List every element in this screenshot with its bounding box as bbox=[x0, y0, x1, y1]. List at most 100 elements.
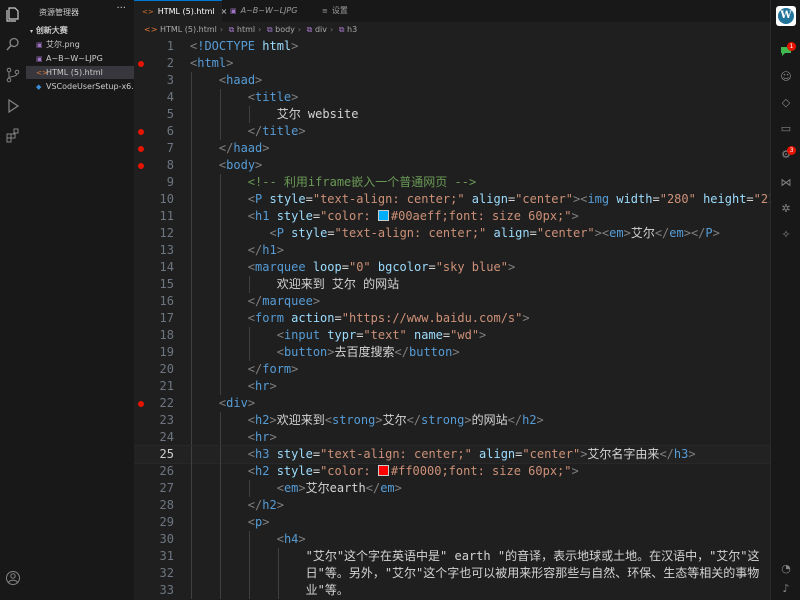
code-line[interactable]: 27 <em>艾尔earth</em> bbox=[134, 480, 770, 497]
line-number: 11 bbox=[159, 209, 174, 223]
code-line[interactable]: 4 <title> bbox=[134, 89, 770, 106]
line-number: 6 bbox=[166, 124, 174, 138]
file-item[interactable]: ▣ 艾尔.png bbox=[26, 38, 134, 51]
line-number: 9 bbox=[166, 175, 174, 189]
sparkle-icon[interactable]: ✧ bbox=[779, 228, 793, 242]
wordpress-logo-icon[interactable] bbox=[776, 6, 796, 26]
code-line[interactable]: 6 </title> bbox=[134, 123, 770, 140]
line-number: 17 bbox=[159, 311, 174, 325]
code-line[interactable]: 31 "艾尔"这个字在英语中是" earth "的音译，表示地球或土地。在汉语中… bbox=[134, 548, 770, 565]
line-number: 30 bbox=[159, 532, 174, 546]
code-line[interactable]: 10 <P style="text-align: center;" align=… bbox=[134, 191, 770, 208]
activity-bar bbox=[0, 0, 27, 600]
notification-badge: 1 bbox=[787, 42, 796, 51]
code-line[interactable]: 30 <h4> bbox=[134, 531, 770, 548]
line-number: 4 bbox=[166, 90, 174, 104]
code-line[interactable]: 21 <hr> bbox=[134, 378, 770, 395]
tab-html-file[interactable]: <> HTML (5).html × bbox=[134, 0, 227, 22]
extensions-icon[interactable] bbox=[3, 128, 23, 148]
breadcrumb-item[interactable]: html bbox=[237, 25, 255, 34]
file-item-active[interactable]: <>HTML (5).html bbox=[26, 66, 134, 79]
file-name: 艾尔.png bbox=[46, 40, 80, 49]
code-line[interactable]: 20 </form> bbox=[134, 361, 770, 378]
code-text: </marquee> bbox=[247, 294, 321, 308]
code-line[interactable]: 12 <P style="text-align: center;" align=… bbox=[134, 225, 770, 242]
code-text: <P style="text-align: center;" align="ce… bbox=[269, 226, 720, 240]
line-number: 26 bbox=[159, 464, 174, 478]
code-line[interactable]: 32 日"等。另外，"艾尔"这个字也可以被用来形容那些与自然、环保、生态等相关的… bbox=[134, 565, 770, 582]
color-swatch[interactable] bbox=[377, 465, 389, 476]
code-line[interactable]: 22 <div> bbox=[134, 395, 770, 412]
code-line[interactable]: 24 <hr> bbox=[134, 429, 770, 446]
breadcrumb-item[interactable]: div bbox=[315, 25, 327, 34]
code-line[interactable]: 11 <h1 style="color: #00aeff;font: size … bbox=[134, 208, 770, 225]
workspace-folder-header[interactable]: ▾ 创新大赛 bbox=[26, 25, 134, 37]
account-icon[interactable] bbox=[3, 570, 23, 590]
search-icon[interactable] bbox=[3, 36, 23, 56]
code-line[interactable]: 26 <h2 style="color: #ff0000;font: size … bbox=[134, 463, 770, 480]
code-line[interactable]: 19 <button>去百度搜索</button> bbox=[134, 344, 770, 361]
speed-icon[interactable]: ◔ bbox=[779, 562, 793, 576]
code-text: <button>去百度搜索</button> bbox=[276, 345, 460, 359]
installer-icon: ◆ bbox=[36, 83, 42, 91]
line-number: 3 bbox=[166, 73, 174, 87]
user-icon[interactable]: ☺ bbox=[779, 70, 793, 84]
code-line[interactable]: 23 <h2>欢迎来到<strong>艾尔</strong>的网站</h2> bbox=[134, 412, 770, 429]
line-number: 33 bbox=[159, 583, 174, 597]
code-text: <body> bbox=[218, 158, 263, 172]
run-debug-icon[interactable] bbox=[3, 98, 23, 118]
breadcrumb-item[interactable]: h3 bbox=[347, 25, 357, 34]
explorer-files-icon[interactable] bbox=[3, 6, 23, 26]
code-line[interactable]: 5 艾尔 website bbox=[134, 106, 770, 123]
file-name: VSCodeUserSetup-x6... bbox=[46, 82, 134, 91]
code-line[interactable]: 15 欢迎来到 艾尔 的网站 bbox=[134, 276, 770, 293]
settings-cog-icon[interactable]: ✲ bbox=[779, 202, 793, 216]
code-line[interactable]: 9 <!-- 利用iframe嵌入一个普通网页 --> bbox=[134, 174, 770, 191]
tab-settings[interactable]: ≡ 设置 bbox=[314, 0, 374, 22]
code-line[interactable]: 1 <!DOCTYPE html> bbox=[134, 38, 770, 55]
code-line[interactable]: 3 <haad> bbox=[134, 72, 770, 89]
code-line[interactable]: 18 <input typr="text" name="wd"> bbox=[134, 327, 770, 344]
butterfly-icon[interactable]: ⋈ bbox=[779, 176, 793, 190]
code-text: <form action="https://www.baidu.com/s"> bbox=[247, 311, 530, 325]
code-line[interactable]: 29 <p> bbox=[134, 514, 770, 531]
line-number: 24 bbox=[159, 430, 174, 444]
code-line[interactable]: 25 <h3 style="text-align: center;" align… bbox=[134, 445, 770, 464]
image-icon: ▣ bbox=[36, 55, 43, 63]
code-line[interactable]: 33 业"等。 bbox=[134, 582, 770, 599]
tab-image-file[interactable]: ▣ A~B~W~LJPG bbox=[222, 0, 314, 22]
folder-icon[interactable]: ▭ bbox=[779, 122, 793, 136]
code-line[interactable]: 13 </h1> bbox=[134, 242, 770, 259]
code-line[interactable]: 17 <form action="https://www.baidu.com/s… bbox=[134, 310, 770, 327]
code-text: <html> bbox=[190, 56, 234, 70]
file-item[interactable]: ▣ A~B~W~LJPG bbox=[26, 52, 134, 65]
breadcrumb-item[interactable]: HTML (5).html bbox=[160, 25, 217, 34]
code-line[interactable]: 8 <body> bbox=[134, 157, 770, 174]
code-text: </h1> bbox=[247, 243, 284, 257]
code-line[interactable]: 16 </marquee> bbox=[134, 293, 770, 310]
code-line[interactable]: 7 </haad> bbox=[134, 140, 770, 157]
code-line[interactable]: 2 <html> bbox=[134, 55, 770, 72]
chevron-right-icon: › bbox=[219, 25, 224, 34]
code-line[interactable]: 28 </h2> bbox=[134, 497, 770, 514]
code-text: <em>艾尔earth</em> bbox=[276, 481, 402, 495]
code-line[interactable]: 14 <marquee loop="0" bgcolor="sky blue"> bbox=[134, 259, 770, 276]
code-editor[interactable]: 1 <!DOCTYPE html> 2 <html> 3 <haad> 4 <title>… bbox=[134, 38, 770, 600]
cube-icon[interactable]: ◇ bbox=[779, 96, 793, 110]
code-text: <h2>欢迎来到<strong>艾尔</strong>的网站</h2> bbox=[247, 413, 544, 427]
chevron-right-icon: › bbox=[329, 25, 334, 34]
chevron-down-icon: ▾ bbox=[30, 28, 34, 35]
html-file-icon: <> bbox=[36, 69, 48, 77]
chevron-right-icon: › bbox=[297, 25, 302, 34]
source-control-icon[interactable] bbox=[3, 67, 23, 87]
line-number: 10 bbox=[159, 192, 174, 206]
bell-icon[interactable]: ♪ bbox=[779, 582, 793, 596]
breadcrumb-item[interactable]: body bbox=[275, 25, 295, 34]
file-item[interactable]: ◆ VSCodeUserSetup-x6... bbox=[26, 80, 134, 93]
more-actions-button[interactable]: ··· bbox=[116, 3, 126, 14]
code-text: <hr> bbox=[247, 379, 277, 393]
code-text: </h2> bbox=[247, 498, 284, 512]
code-text: 日"等。另外，"艾尔"这个字也可以被用来形容那些与自然、环保、生态等相关的事物 bbox=[190, 566, 760, 580]
color-swatch[interactable] bbox=[377, 210, 389, 221]
right-sidebar: 1 ☺ ◇ ▭ ⚙ 3 ⋈ ✲ ✧ ◔ ♪ bbox=[770, 0, 800, 600]
